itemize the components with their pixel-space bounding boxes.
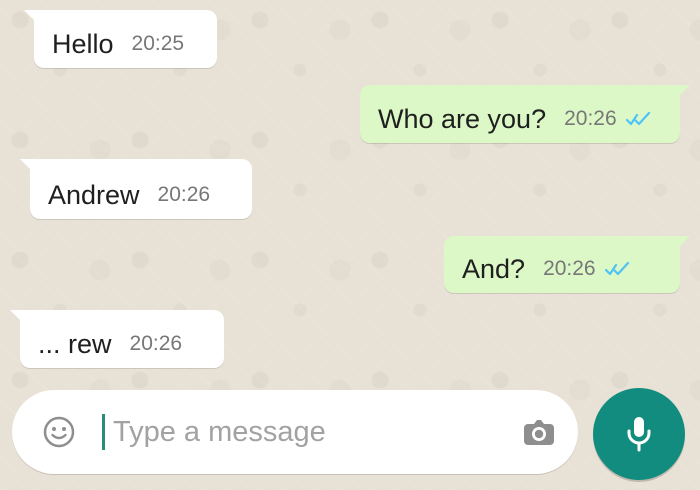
message-text: Andrew [48,179,140,210]
message-meta: 20:26 [543,257,632,281]
message-time: 20:26 [543,257,596,280]
message-text: ... rew [38,328,112,359]
mic-button[interactable] [593,388,685,480]
message-meta: 20:25 [132,32,185,56]
message-meta: 20:26 [130,332,183,356]
message-meta: 20:26 [158,183,211,207]
message-text: And? [462,253,526,284]
message-time: 20:26 [129,332,183,355]
double-check-icon [625,111,650,126]
message-text: Hello [52,28,114,59]
mic-icon [627,417,651,452]
text-cursor [102,414,105,450]
message-bubble-incoming[interactable]: ... rew 20:26 [20,310,224,368]
message-bubble-incoming[interactable]: Andrew 20:26 [30,159,252,219]
message-input[interactable] [113,415,506,449]
message-text: Who are you? [378,103,547,134]
camera-icon[interactable] [518,411,560,453]
emoji-icon[interactable] [40,413,78,451]
message-time: 20:26 [157,183,211,206]
double-check-icon [604,261,629,276]
message-bubble-incoming[interactable]: Hello 20:25 [34,10,217,68]
message-time: 20:25 [131,32,185,55]
message-input-wrapper [102,406,506,458]
message-time: 20:26 [564,107,617,130]
message-meta: 20:26 [564,107,653,131]
message-bubble-outgoing[interactable]: Who are you? 20:26 [360,85,680,143]
message-composer [12,390,578,474]
message-bubble-outgoing[interactable]: And? 20:26 [444,236,680,293]
